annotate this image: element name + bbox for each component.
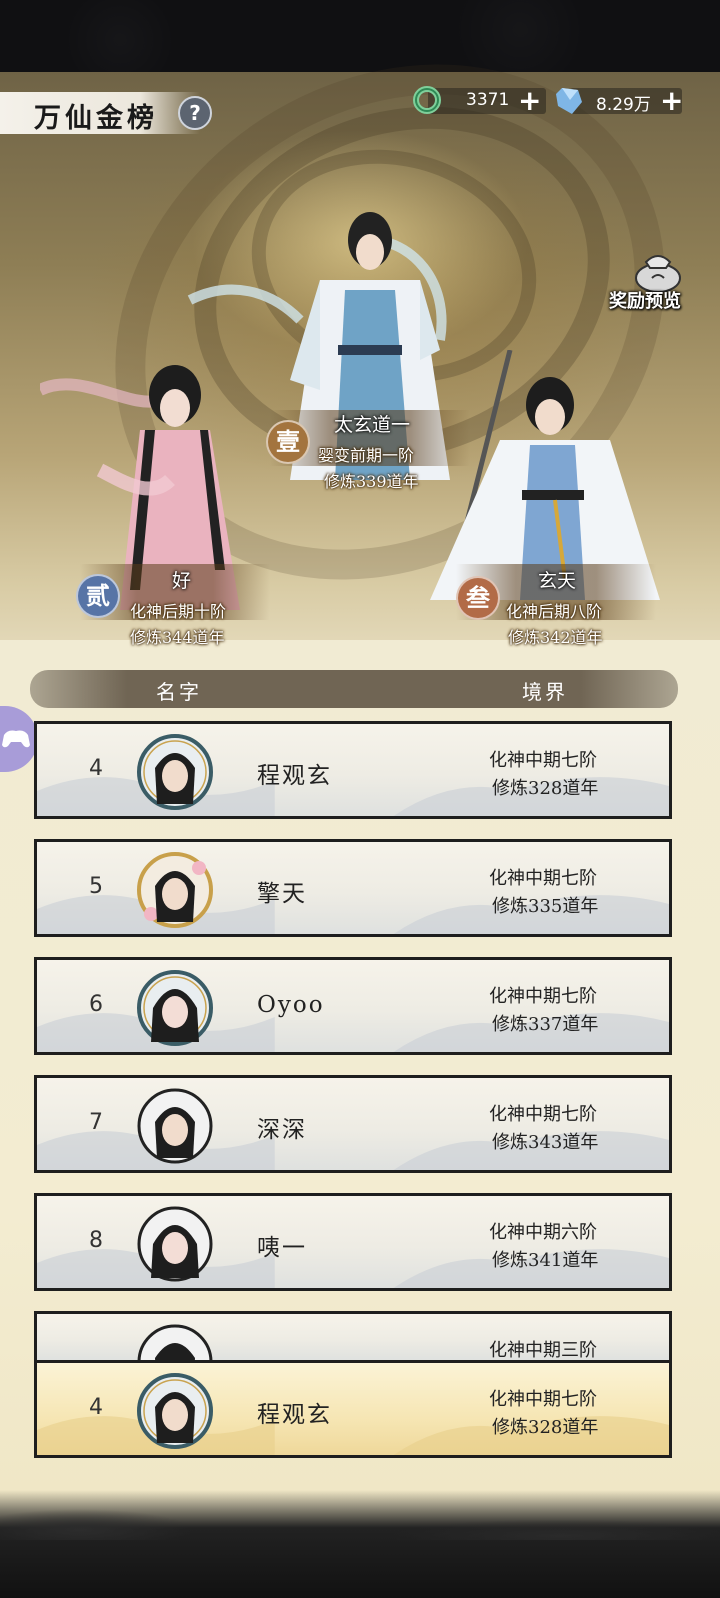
player-avatar[interactable] <box>135 1086 215 1166</box>
rank2-medal: 贰 <box>76 574 120 618</box>
table-row[interactable]: 4 程观玄 化神中期七阶 修炼328道年 <box>34 721 672 819</box>
rank-number: 6 <box>89 992 103 1017</box>
jade-ring-icon <box>413 86 441 114</box>
player-name: 程观玄 <box>257 763 332 789</box>
status-bar <box>0 0 720 72</box>
player-years: 修炼335道年 <box>492 896 599 917</box>
rank2-years: 修炼344道年 <box>130 628 225 647</box>
rank2-name[interactable]: 好 <box>172 566 191 593</box>
self-rank-row[interactable]: 4 程观玄 化神中期七阶 修炼328道年 <box>34 1360 672 1458</box>
player-avatar[interactable] <box>135 850 215 930</box>
rank3-realm: 化神后期八阶 <box>506 602 603 621</box>
player-name: Oyoo <box>257 992 325 1018</box>
rank-number: 4 <box>89 756 103 781</box>
column-name-header: 名字 <box>156 680 202 704</box>
table-row[interactable]: 8 咦一 化神中期六阶 修炼341道年 <box>34 1193 672 1291</box>
player-realm: 化神中期七阶 <box>489 1104 597 1125</box>
player-avatar[interactable] <box>135 732 215 812</box>
table-header <box>30 670 678 708</box>
page-title: 万仙金榜 <box>34 103 158 134</box>
player-realm: 化神中期七阶 <box>489 868 597 889</box>
table-row[interactable]: 7 深深 化神中期七阶 修炼343道年 <box>34 1075 672 1173</box>
player-realm: 化神中期七阶 <box>489 750 597 771</box>
rank3-medal: 叁 <box>456 576 500 620</box>
player-years: 修炼341道年 <box>492 1250 599 1271</box>
rank1-name[interactable]: 太玄道一 <box>334 410 410 437</box>
rank3-name[interactable]: 玄天 <box>538 566 576 593</box>
rank-number: 8 <box>89 1228 103 1253</box>
column-realm-header: 境界 <box>522 680 568 704</box>
crystal-add-button[interactable]: + <box>660 84 683 117</box>
rank-number: 5 <box>89 874 103 899</box>
table-row[interactable]: 5 擎天 化神中期七阶 修炼335道年 <box>34 839 672 937</box>
player-name: 擎天 <box>257 881 307 907</box>
table-row[interactable]: 化神中期三阶 <box>34 1311 672 1361</box>
rank3-years: 修炼342道年 <box>508 628 603 647</box>
player-realm: 化神中期六阶 <box>489 1222 597 1243</box>
player-realm: 化神中期七阶 <box>489 986 597 1007</box>
rank1-medal: 壹 <box>266 420 310 464</box>
player-avatar[interactable] <box>135 968 215 1048</box>
rank-number: 4 <box>89 1395 103 1420</box>
rank2-realm: 化神后期十阶 <box>130 602 227 621</box>
rank-number: 7 <box>89 1110 103 1135</box>
player-name: 程观玄 <box>257 1402 332 1428</box>
player-years: 修炼328道年 <box>492 778 599 799</box>
table-row[interactable]: 6 Oyoo 化神中期七阶 修炼337道年 <box>34 957 672 1055</box>
player-years: 修炼343道年 <box>492 1132 599 1153</box>
player-name: 深深 <box>257 1117 307 1143</box>
rank1-years: 修炼339道年 <box>324 472 419 491</box>
game-screen: 万仙金榜 ? 3371 + 8.29万 + 奖励预览 壹 太玄道一 婴变前期一阶… <box>0 0 720 1598</box>
rank1-realm: 婴变前期一阶 <box>318 446 415 465</box>
reward-preview-label[interactable]: 奖励预览 <box>609 287 681 313</box>
player-avatar[interactable] <box>135 1204 215 1284</box>
gamepad-icon <box>2 730 30 748</box>
player-avatar[interactable] <box>135 1371 215 1451</box>
player-avatar[interactable] <box>135 1322 215 1361</box>
spirit-crystal-icon <box>556 88 582 114</box>
ink-footer-decoration <box>0 1490 720 1598</box>
player-years: 修炼328道年 <box>492 1417 599 1438</box>
question-icon[interactable]: ? <box>178 96 212 130</box>
player-name: 咦一 <box>257 1235 307 1261</box>
crystal-amount: 8.29万 <box>596 95 651 115</box>
player-years: 修炼337道年 <box>492 1014 599 1035</box>
player-realm: 化神中期三阶 <box>489 1340 597 1361</box>
jade-add-button[interactable]: + <box>518 84 541 117</box>
jade-amount: 3371 <box>466 90 510 110</box>
player-realm: 化神中期七阶 <box>489 1389 597 1410</box>
